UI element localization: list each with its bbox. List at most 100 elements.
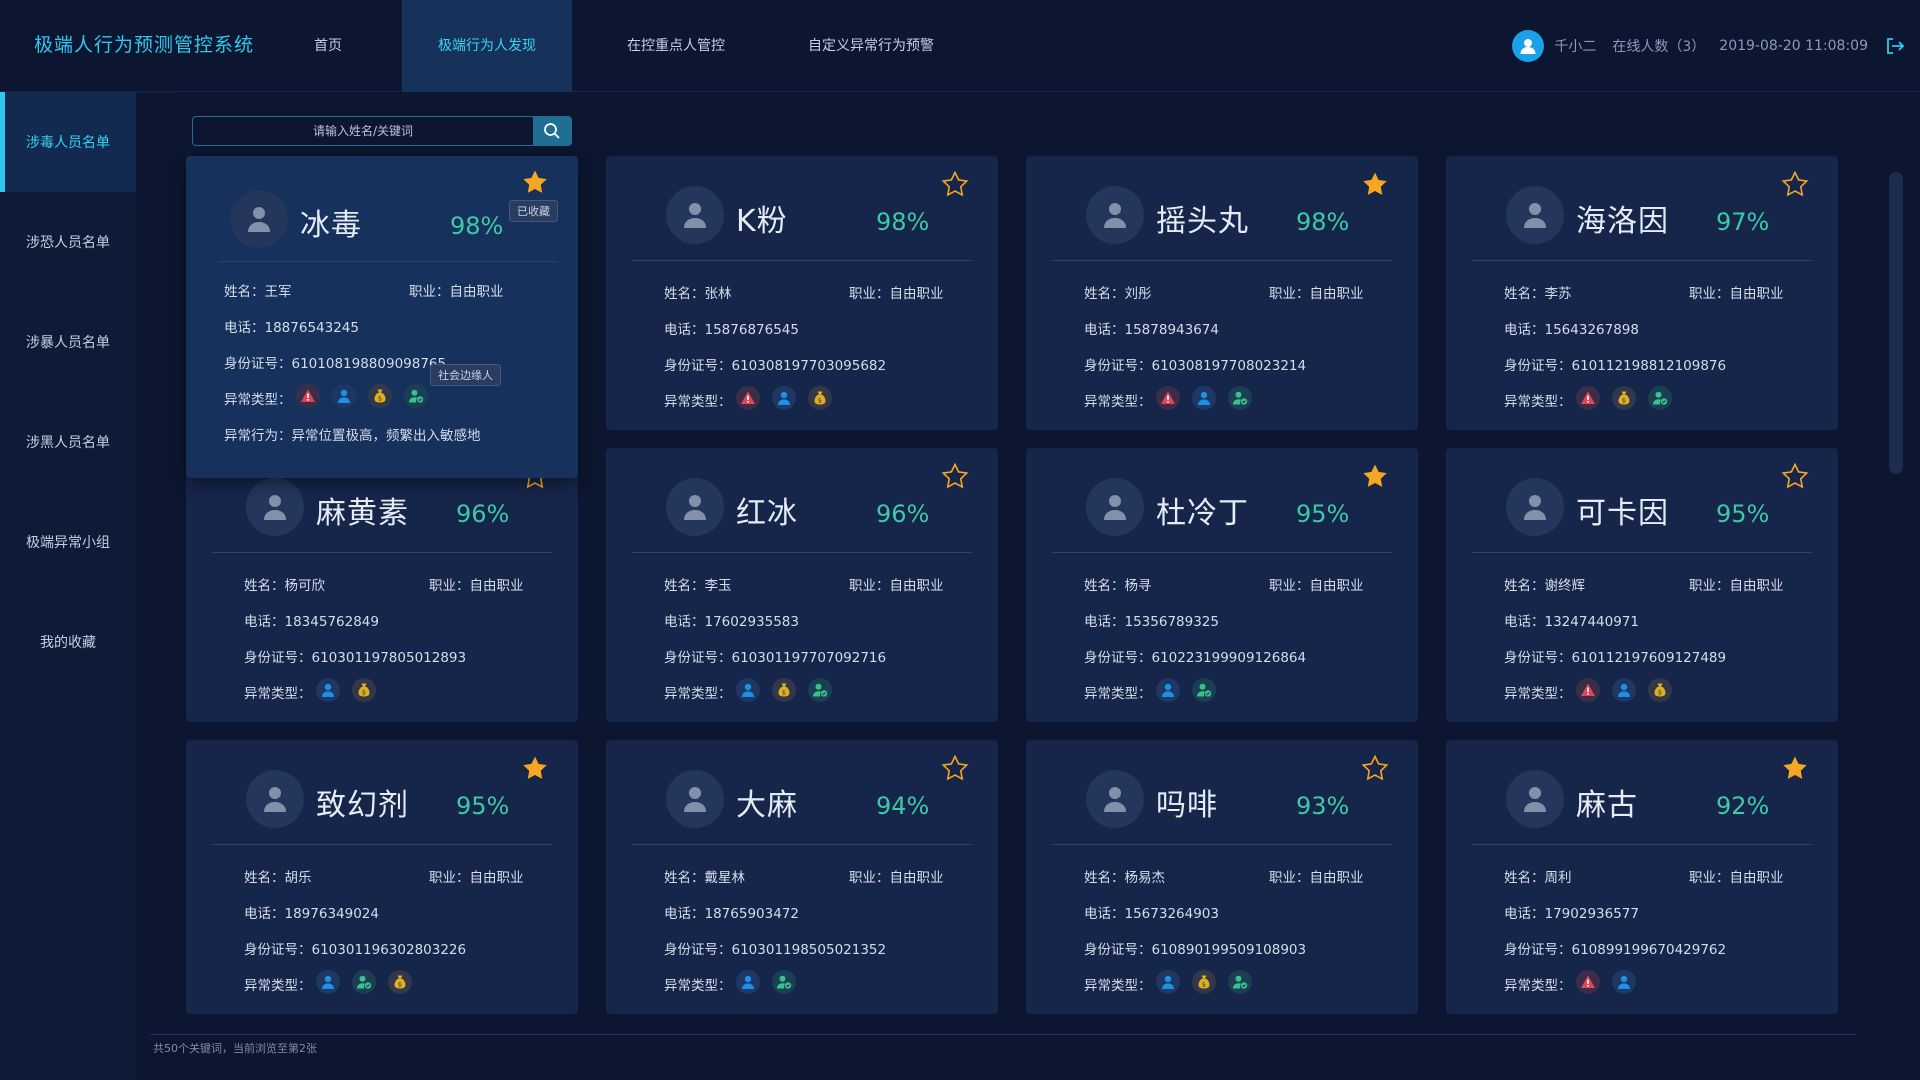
danger-tag-icon[interactable]	[1576, 970, 1600, 994]
social-edge-icon[interactable]	[1648, 386, 1672, 410]
person-card[interactable]: 红冰 96% 姓名：李玉 职业：自由职业 电话：17602935583 身份证号：6103…	[606, 448, 998, 722]
star-outline-icon[interactable]	[940, 754, 970, 784]
person-avatar-icon	[230, 190, 288, 248]
star-filled-icon[interactable]	[1780, 754, 1810, 784]
money-bag-icon[interactable]: $	[352, 678, 376, 702]
person-phone: 电话：18976349024	[244, 902, 379, 922]
sidebar-item-drug[interactable]: 涉毒人员名单	[0, 92, 136, 192]
money-bag-icon[interactable]: $	[808, 386, 832, 410]
person-job-value: 自由职业	[889, 870, 944, 886]
money-bag-icon[interactable]: $	[772, 678, 796, 702]
danger-tag-icon[interactable]	[1576, 386, 1600, 410]
logout-icon[interactable]	[1884, 35, 1906, 57]
anomaly-type-icons: $	[296, 384, 440, 408]
social-edge-icon[interactable]	[1228, 386, 1252, 410]
star-filled-icon[interactable]	[520, 754, 550, 784]
person-card[interactable]: 致幻剂 95% 姓名：胡乐 职业：自由职业 电话：18976349024 身份证号：610…	[186, 740, 578, 1014]
person-phone-value: 15643267898	[1544, 322, 1639, 338]
sidebar-item-terror[interactable]: 涉恐人员名单	[0, 192, 136, 292]
person-job-value: 自由职业	[1309, 870, 1364, 886]
social-edge-icon[interactable]	[1192, 678, 1216, 702]
person-card[interactable]: 麻黄素 96% 姓名：杨可欣 职业：自由职业 电话：18345762849 身份证号：61…	[186, 448, 578, 722]
user-tag-icon[interactable]	[316, 970, 340, 994]
user-tag-icon[interactable]	[1612, 970, 1636, 994]
sidebar-item-favorites[interactable]: 我的收藏	[0, 592, 136, 692]
person-phone: 电话：15673264903	[1084, 902, 1219, 922]
star-outline-icon[interactable]	[1780, 170, 1810, 200]
user-tag-icon[interactable]	[1156, 678, 1180, 702]
social-edge-icon[interactable]	[808, 678, 832, 702]
user-tag-icon[interactable]	[316, 678, 340, 702]
money-bag-icon[interactable]: $	[388, 970, 412, 994]
drug-title: 海洛因	[1576, 204, 1669, 239]
nav-item-control[interactable]: 在控重点人管控	[586, 0, 766, 92]
money-bag-icon[interactable]: $	[1612, 386, 1636, 410]
nav-item-discovery[interactable]: 极端行为人发现	[402, 0, 572, 92]
anomaly-type-icons: $	[1576, 678, 1684, 702]
anomaly-type-icons	[1156, 678, 1228, 702]
card-divider	[1052, 844, 1392, 845]
star-outline-icon[interactable]	[1360, 754, 1390, 784]
social-edge-icon[interactable]	[1228, 970, 1252, 994]
drug-title: K粉	[736, 204, 788, 239]
user-tag-icon[interactable]	[1192, 386, 1216, 410]
person-name-label: 姓名：	[664, 578, 705, 594]
danger-tag-icon[interactable]	[1576, 678, 1600, 702]
star-outline-icon[interactable]	[940, 462, 970, 492]
person-name-value: 杨寻	[1124, 578, 1152, 594]
person-id-value: 610301197707092716	[731, 650, 887, 666]
person-card[interactable]: 大麻 94% 姓名：戴星林 职业：自由职业 电话：18765903472 身份证号：610…	[606, 740, 998, 1014]
person-name: 姓名：张林	[664, 282, 732, 302]
star-outline-icon[interactable]	[1780, 462, 1810, 492]
user-tag-icon[interactable]	[736, 970, 760, 994]
person-job: 职业：自由职业	[1269, 282, 1364, 302]
person-job-value: 自由职业	[469, 578, 524, 594]
person-card[interactable]: 吗啡 93% 姓名：杨易杰 职业：自由职业 电话：15673264903 身份证号：610…	[1026, 740, 1418, 1014]
money-bag-icon[interactable]: $	[368, 384, 392, 408]
danger-tag-icon[interactable]	[296, 384, 320, 408]
danger-tag-icon[interactable]	[736, 386, 760, 410]
user-tag-icon[interactable]	[1156, 970, 1180, 994]
user-tag-icon[interactable]	[772, 386, 796, 410]
social-edge-icon[interactable]	[772, 970, 796, 994]
person-name-label: 姓名：	[664, 286, 705, 302]
person-name: 姓名：杨易杰	[1084, 866, 1165, 886]
search-input[interactable]	[193, 117, 533, 145]
sidebar-item-group[interactable]: 极端异常小组	[0, 492, 136, 592]
search-button[interactable]	[533, 117, 571, 145]
user-avatar-icon[interactable]	[1512, 30, 1545, 62]
social-edge-icon[interactable]	[352, 970, 376, 994]
person-card[interactable]: 海洛因 97% 姓名：李苏 职业：自由职业 电话：15643267898 身份证号：610…	[1446, 156, 1838, 430]
star-filled-icon[interactable]	[1360, 170, 1390, 200]
person-id-label: 身份证号：	[664, 942, 732, 958]
person-card[interactable]: 杜冷丁 95% 姓名：杨寻 职业：自由职业 电话：15356789325 身份证号：610…	[1026, 448, 1418, 722]
person-card[interactable]: K粉 98% 姓名：张林 职业：自由职业 电话：15876876545 身份证号：6103…	[606, 156, 998, 430]
search-icon	[544, 123, 560, 139]
drug-title: 冰毒	[300, 208, 362, 243]
person-phone-label: 电话：	[1504, 614, 1545, 630]
nav-item-home[interactable]: 首页	[278, 0, 378, 92]
person-card[interactable]: 麻古 92% 姓名：周利 职业：自由职业 电话：17902936577 身份证号：6108…	[1446, 740, 1838, 1014]
person-id-value: 610890199509108903	[1151, 942, 1307, 958]
card-divider	[632, 552, 972, 553]
person-name-label: 姓名：	[224, 284, 265, 300]
person-card[interactable]: 可卡因 95% 姓名：谢终辉 职业：自由职业 电话：13247440971 身份证号：61…	[1446, 448, 1838, 722]
person-card[interactable]: 摇头丸 98% 姓名：刘彤 职业：自由职业 电话：15878943674 身份证号：610…	[1026, 156, 1418, 430]
sidebar-item-gang[interactable]: 涉黑人员名单	[0, 392, 136, 492]
social-edge-icon[interactable]	[404, 384, 428, 408]
scrollbar[interactable]	[1889, 172, 1903, 474]
person-job: 职业：自由职业	[849, 866, 944, 886]
danger-tag-icon[interactable]	[1156, 386, 1180, 410]
user-tag-icon[interactable]	[1612, 678, 1636, 702]
sidebar-item-violence[interactable]: 涉暴人员名单	[0, 292, 136, 392]
money-bag-icon[interactable]: $	[1648, 678, 1672, 702]
star-outline-icon[interactable]	[940, 170, 970, 200]
nav-item-custom-alert[interactable]: 自定义异常行为预警	[766, 0, 976, 92]
person-job-value: 自由职业	[1729, 578, 1784, 594]
user-tag-icon[interactable]	[736, 678, 760, 702]
user-tag-icon[interactable]	[332, 384, 356, 408]
anomaly-type-icons	[1156, 386, 1264, 410]
star-filled-icon[interactable]	[520, 168, 550, 198]
star-filled-icon[interactable]	[1360, 462, 1390, 492]
money-bag-icon[interactable]: $	[1192, 970, 1216, 994]
